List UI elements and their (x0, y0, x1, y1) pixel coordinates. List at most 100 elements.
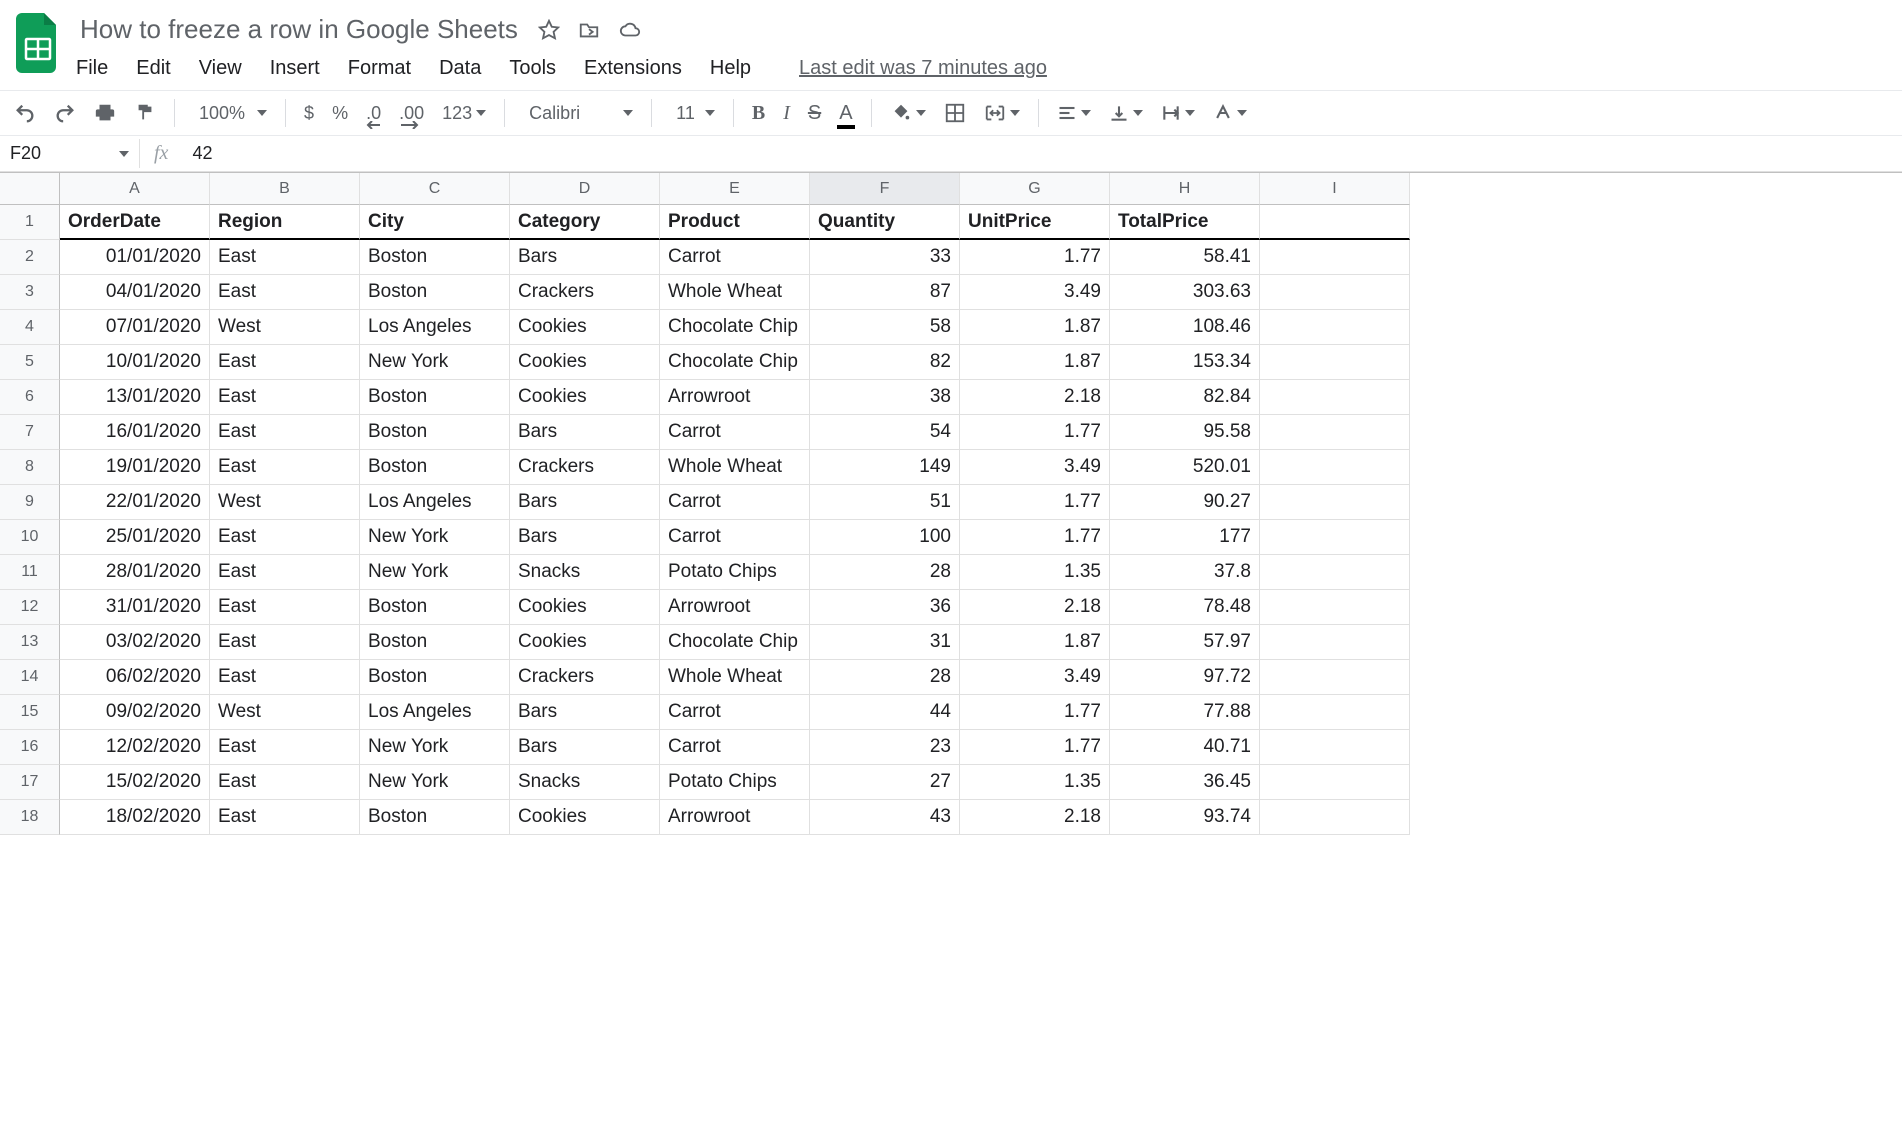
column-header-A[interactable]: A (60, 173, 210, 205)
cell[interactable]: East (210, 555, 360, 590)
row-header-5[interactable]: 5 (0, 345, 60, 380)
cell[interactable]: Arrowroot (660, 380, 810, 415)
column-header-C[interactable]: C (360, 173, 510, 205)
star-icon[interactable] (538, 19, 560, 41)
cell[interactable]: 33 (810, 240, 960, 275)
cell[interactable]: 77.88 (1110, 695, 1260, 730)
cell[interactable]: 28/01/2020 (60, 555, 210, 590)
cell[interactable]: Crackers (510, 450, 660, 485)
cell[interactable]: 28 (810, 660, 960, 695)
cell[interactable] (1260, 660, 1410, 695)
cell[interactable]: Snacks (510, 555, 660, 590)
row-header-11[interactable]: 11 (0, 555, 60, 590)
header-cell[interactable] (1260, 205, 1410, 240)
cell[interactable]: 04/01/2020 (60, 275, 210, 310)
cell[interactable]: Chocolate Chip (660, 310, 810, 345)
row-header-6[interactable]: 6 (0, 380, 60, 415)
cell[interactable]: 97.72 (1110, 660, 1260, 695)
cell[interactable]: 28 (810, 555, 960, 590)
header-cell[interactable]: OrderDate (60, 205, 210, 240)
cell[interactable]: 22/01/2020 (60, 485, 210, 520)
select-all-corner[interactable] (0, 173, 60, 205)
cell[interactable]: 100 (810, 520, 960, 555)
borders-button[interactable] (944, 102, 966, 124)
cell[interactable]: 38 (810, 380, 960, 415)
cell[interactable] (1260, 275, 1410, 310)
more-formats-dropdown[interactable]: 123 (442, 103, 486, 124)
row-header-7[interactable]: 7 (0, 415, 60, 450)
cell[interactable] (1260, 415, 1410, 450)
cell[interactable]: Boston (360, 450, 510, 485)
cell[interactable]: 23 (810, 730, 960, 765)
cell[interactable]: East (210, 765, 360, 800)
row-header-9[interactable]: 9 (0, 485, 60, 520)
cell[interactable]: Carrot (660, 520, 810, 555)
column-header-F[interactable]: F (810, 173, 960, 205)
cell[interactable] (1260, 485, 1410, 520)
cell[interactable] (1260, 240, 1410, 275)
cell[interactable] (1260, 695, 1410, 730)
cell[interactable]: Bars (510, 415, 660, 450)
cell[interactable]: 19/01/2020 (60, 450, 210, 485)
cell[interactable]: Bars (510, 730, 660, 765)
cell[interactable]: 31 (810, 625, 960, 660)
row-header-13[interactable]: 13 (0, 625, 60, 660)
cell[interactable]: Cookies (510, 800, 660, 835)
cell[interactable]: New York (360, 730, 510, 765)
cell[interactable]: Los Angeles (360, 695, 510, 730)
font-size-dropdown[interactable]: 11 (670, 103, 715, 124)
header-cell[interactable]: Region (210, 205, 360, 240)
cell[interactable]: 1.77 (960, 730, 1110, 765)
row-header-18[interactable]: 18 (0, 800, 60, 835)
cell[interactable]: East (210, 730, 360, 765)
cell[interactable]: 153.34 (1110, 345, 1260, 380)
cell[interactable]: 58.41 (1110, 240, 1260, 275)
row-header-10[interactable]: 10 (0, 520, 60, 555)
cell[interactable]: 3.49 (960, 275, 1110, 310)
font-family-dropdown[interactable]: Calibri (523, 103, 633, 124)
cell[interactable]: Chocolate Chip (660, 345, 810, 380)
column-header-G[interactable]: G (960, 173, 1110, 205)
cell[interactable]: 51 (810, 485, 960, 520)
cell[interactable]: Bars (510, 240, 660, 275)
print-icon[interactable] (94, 102, 116, 124)
cell[interactable]: 2.18 (960, 800, 1110, 835)
cell[interactable]: Chocolate Chip (660, 625, 810, 660)
cell[interactable]: 15/02/2020 (60, 765, 210, 800)
sheets-logo[interactable] (12, 8, 64, 78)
row-header-8[interactable]: 8 (0, 450, 60, 485)
menu-file[interactable]: File (76, 57, 108, 80)
cell[interactable]: 95.58 (1110, 415, 1260, 450)
cell[interactable]: 10/01/2020 (60, 345, 210, 380)
cell[interactable]: 16/01/2020 (60, 415, 210, 450)
cell[interactable] (1260, 555, 1410, 590)
merge-cells-button[interactable] (984, 102, 1020, 124)
cell[interactable]: 1.77 (960, 520, 1110, 555)
cell[interactable] (1260, 625, 1410, 660)
menu-extensions[interactable]: Extensions (584, 57, 682, 80)
paint-format-icon[interactable] (134, 102, 156, 124)
cell[interactable]: Whole Wheat (660, 275, 810, 310)
horizontal-align-button[interactable] (1057, 103, 1091, 123)
row-header-3[interactable]: 3 (0, 275, 60, 310)
cell[interactable]: 1.77 (960, 415, 1110, 450)
cell[interactable]: 108.46 (1110, 310, 1260, 345)
formula-bar[interactable]: 42 (182, 143, 212, 164)
cell[interactable] (1260, 380, 1410, 415)
cell[interactable] (1260, 800, 1410, 835)
menu-edit[interactable]: Edit (136, 57, 170, 80)
cell[interactable] (1260, 520, 1410, 555)
cell[interactable]: 44 (810, 695, 960, 730)
cell[interactable]: 01/01/2020 (60, 240, 210, 275)
column-header-E[interactable]: E (660, 173, 810, 205)
cell[interactable]: 06/02/2020 (60, 660, 210, 695)
text-wrap-button[interactable] (1161, 103, 1195, 123)
cell[interactable]: East (210, 450, 360, 485)
header-cell[interactable]: Quantity (810, 205, 960, 240)
cell[interactable]: 3.49 (960, 450, 1110, 485)
row-header-1[interactable]: 1 (0, 205, 60, 240)
cell[interactable]: East (210, 380, 360, 415)
cell[interactable]: Cookies (510, 380, 660, 415)
cell[interactable]: East (210, 240, 360, 275)
cell[interactable]: 303.63 (1110, 275, 1260, 310)
